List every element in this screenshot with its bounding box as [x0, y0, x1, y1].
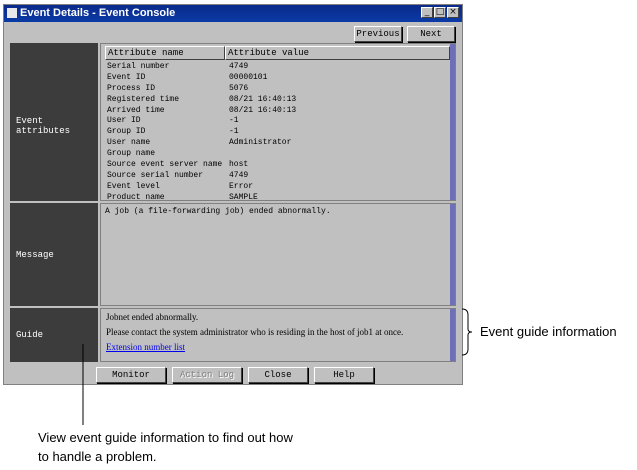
attribute-name-cell: Arrived time	[107, 105, 165, 115]
attribute-value-cell: 08/21 16:40:13	[229, 105, 297, 115]
attributes-table-body: Serial number 4749 Event ID 00000101 Process…	[105, 62, 450, 204]
guide-label: Guide	[16, 330, 44, 340]
table-row[interactable]: User ID -1	[105, 116, 450, 127]
close-button[interactable]: Close	[248, 367, 308, 383]
table-row[interactable]: Group name	[105, 149, 450, 160]
attribute-name-cell: Event ID	[107, 72, 146, 82]
attribute-name-cell: Group name	[107, 149, 156, 159]
table-row[interactable]: Group ID -1	[105, 127, 450, 138]
guide-info-callout: Event guide information	[480, 324, 617, 339]
attribute-value-cell: 5076	[229, 83, 249, 93]
attribute-name-cell: Event level	[107, 181, 160, 191]
guide-text-line-1: Jobnet ended abnormally.	[106, 312, 199, 322]
scrollbar[interactable]	[450, 44, 455, 200]
attribute-name-cell: Group ID	[107, 127, 146, 137]
attribute-name-cell: Product name	[107, 192, 165, 202]
table-row[interactable]: Source serial number 4749	[105, 171, 450, 182]
message-label: Message	[16, 250, 54, 260]
app-icon	[7, 8, 17, 18]
table-row[interactable]: Product name SAMPLE	[105, 193, 450, 204]
guide-panel: Jobnet ended abnormally. Please contact …	[100, 308, 456, 362]
attribute-value-cell: SAMPLE	[229, 192, 258, 202]
action-log-button[interactable]: Action Log	[172, 367, 242, 383]
message-text: A job (a file-forwarding job) ended abno…	[105, 207, 331, 216]
previous-button[interactable]: Previous	[354, 26, 402, 42]
table-row[interactable]: Process ID 5076	[105, 84, 450, 95]
monitor-button[interactable]: Monitor	[96, 367, 166, 383]
extension-number-list-link[interactable]: Extension number list	[106, 342, 185, 352]
attribute-value-cell: 00000101	[229, 72, 268, 82]
event-attributes-panel: Attribute name Attribute value Serial nu…	[100, 43, 456, 204]
table-row[interactable]: Event level Error	[105, 182, 450, 193]
attribute-value-cell	[227, 149, 229, 160]
guide-text-line-2: Please contact the system administrator …	[106, 327, 404, 337]
help-button[interactable]: Help	[314, 367, 374, 383]
event-attributes-section-label: Event attributes	[10, 43, 98, 201]
column-header-attribute-name[interactable]: Attribute name	[105, 46, 225, 60]
scrollbar[interactable]	[450, 204, 455, 305]
scrollbar[interactable]	[450, 309, 455, 361]
event-attributes-label: Event attributes	[16, 116, 71, 136]
attribute-value-cell: host	[229, 160, 249, 170]
message-section-label: Message	[10, 203, 98, 306]
attribute-name-cell: Registered time	[107, 94, 180, 104]
attribute-value-cell: Administrator	[229, 138, 292, 148]
attribute-name-cell: Source event server name	[107, 160, 223, 170]
attribute-value-cell: Error	[229, 181, 254, 191]
attribute-value-cell: -1	[229, 116, 239, 126]
table-row[interactable]: User name Administrator	[105, 138, 450, 149]
minimize-icon[interactable]: _	[421, 7, 433, 18]
attribute-name-cell: User ID	[107, 116, 141, 126]
maximize-icon[interactable]: □	[434, 7, 446, 18]
next-button[interactable]: Next	[407, 26, 455, 42]
attribute-value-cell: 08/21 16:40:13	[229, 94, 297, 104]
attribute-value-cell: 4749	[229, 170, 249, 180]
event-details-window: Event Details - Event Console _ □ × Prev…	[3, 4, 463, 385]
guide-section-label: Guide	[10, 308, 98, 362]
table-row[interactable]: Registered time 08/21 16:40:13	[105, 95, 450, 106]
window-title: Event Details - Event Console	[20, 7, 176, 19]
view-guide-callout-line-1: View event guide information to find out…	[38, 430, 293, 445]
attribute-name-cell: Source serial number	[107, 170, 204, 180]
table-row[interactable]: Serial number 4749	[105, 62, 450, 73]
close-icon[interactable]: ×	[447, 7, 459, 18]
message-panel: A job (a file-forwarding job) ended abno…	[100, 203, 456, 306]
table-row[interactable]: Source event server name host	[105, 160, 450, 171]
title-bar[interactable]: Event Details - Event Console _ □ ×	[4, 5, 462, 22]
view-guide-callout-line-2: to handle a problem.	[38, 449, 157, 464]
attribute-name-cell: Serial number	[107, 62, 170, 71]
guide-brace	[461, 308, 473, 356]
attribute-value-cell: 4749	[229, 62, 249, 71]
table-row[interactable]: Arrived time 08/21 16:40:13	[105, 106, 450, 117]
column-header-attribute-value[interactable]: Attribute value	[225, 46, 450, 60]
attributes-table-header: Attribute name Attribute value	[105, 46, 450, 60]
attribute-name-cell: Process ID	[107, 83, 156, 93]
table-row[interactable]: Event ID 00000101	[105, 73, 450, 84]
attribute-value-cell: -1	[229, 127, 239, 137]
attribute-name-cell: User name	[107, 138, 151, 148]
